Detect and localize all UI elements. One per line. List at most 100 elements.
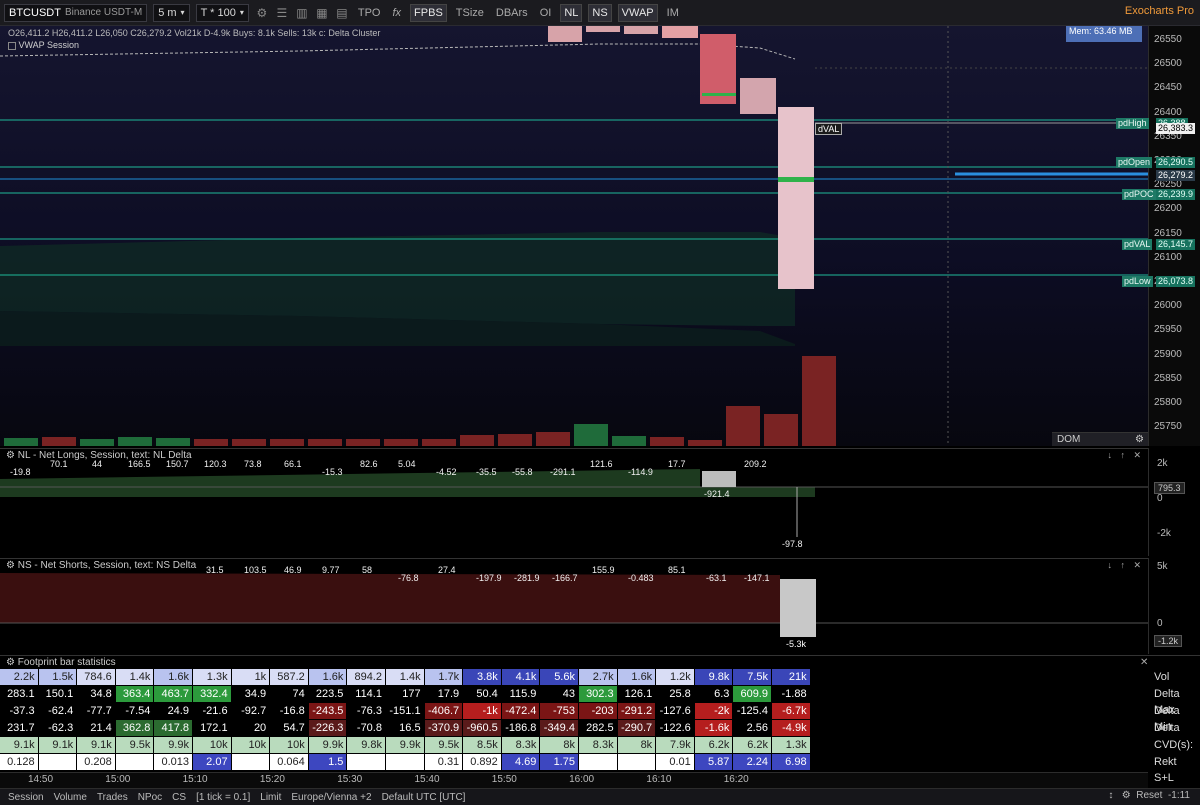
volume-bar xyxy=(574,424,608,446)
dom-panel[interactable]: DOM ⚙ xyxy=(1052,432,1148,446)
stats-cell: 2.24 xyxy=(733,754,771,770)
tsize-button[interactable]: TSize xyxy=(453,4,487,22)
ns-area xyxy=(0,573,780,623)
footprint-cluster xyxy=(586,26,620,32)
status-npoc[interactable]: NPoc xyxy=(138,792,162,803)
stats-cell: 5.87 xyxy=(694,754,733,770)
stats-row-label: Vol xyxy=(1154,671,1170,683)
status-volume[interactable]: Volume xyxy=(54,792,87,803)
stats-cell: 6.98 xyxy=(772,754,810,770)
stats-cell: 1.2k xyxy=(656,669,694,685)
price-tick: 26400 xyxy=(1154,106,1182,118)
stats-cell xyxy=(38,754,77,770)
timeframe-label: 5 m xyxy=(158,6,177,19)
ns-button[interactable]: NS xyxy=(588,3,612,22)
vwap-session-label[interactable]: VWAP Session xyxy=(8,40,79,50)
stats-cell: 9.9k xyxy=(386,737,424,753)
ns-value-label: 46.9 xyxy=(284,565,302,575)
status-limit[interactable]: Limit xyxy=(260,792,281,803)
layout-icon[interactable]: ▤ xyxy=(335,6,349,20)
volume-bar xyxy=(4,438,38,446)
stats-cell: 223.5 xyxy=(308,686,347,702)
status-timezone[interactable]: Europe/Vienna +2 xyxy=(291,792,371,803)
nl-value-label: -35.5 xyxy=(476,467,497,477)
gear-icon[interactable]: ⚙ xyxy=(6,657,15,668)
bars-icon[interactable]: ☰ xyxy=(275,6,289,20)
arrow-icon[interactable]: ↕ xyxy=(1108,790,1113,801)
price-tick: 26550 xyxy=(1154,34,1182,45)
ticks-selector[interactable]: T * 100 ▾ xyxy=(195,3,249,22)
close-icon[interactable]: ✕ xyxy=(1140,657,1148,668)
ticks-label: T * 100 xyxy=(200,6,236,19)
status-session[interactable]: Session xyxy=(8,792,44,803)
grid-icon[interactable]: ▦ xyxy=(315,6,329,20)
volume-bar xyxy=(536,432,570,446)
price-tick: 25850 xyxy=(1154,372,1182,384)
gear-icon[interactable]: ⚙ xyxy=(255,6,269,20)
stats-cell: 1.75 xyxy=(540,754,578,770)
tpo-button[interactable]: TPO xyxy=(355,4,384,22)
nl-pane[interactable]: ⚙ NL - Net Longs, Session, text: NL Delt… xyxy=(0,448,1148,556)
gear-icon[interactable]: ⚙ xyxy=(1122,790,1131,801)
stats-cell: 34.8 xyxy=(77,686,115,702)
status-utc[interactable]: Default UTC [UTC] xyxy=(382,792,466,803)
stats-cell: 1.5k xyxy=(38,669,77,685)
stats-row-label: Delta xyxy=(1154,722,1180,734)
stats-cell: 0.31 xyxy=(424,754,463,770)
price-tick: 26500 xyxy=(1154,58,1182,70)
stats-cell: -4.9k xyxy=(772,720,810,736)
timeframe-selector[interactable]: 5 m ▾ xyxy=(153,3,190,22)
status-trades[interactable]: Trades xyxy=(97,792,128,803)
nl-value-label: -291.1 xyxy=(550,467,576,477)
status-cs[interactable]: CS xyxy=(172,792,186,803)
fpbs-button[interactable]: FPBS xyxy=(410,3,447,22)
stats-cell: 1.4k xyxy=(115,669,154,685)
candles-icon[interactable]: ▥ xyxy=(295,6,309,20)
stats-cell: -127.6 xyxy=(656,703,694,719)
nl-value-label: 209.2 xyxy=(744,459,767,469)
gear-icon[interactable]: ⚙ xyxy=(1135,433,1144,447)
stats-cell: 1.6k xyxy=(308,669,347,685)
volume-bar xyxy=(802,356,836,446)
poc-marker xyxy=(702,93,736,96)
pane-controls[interactable]: ↓ ↑ ✕ xyxy=(1107,560,1144,571)
stats-cell: 8k xyxy=(617,737,656,753)
reset-button[interactable]: Reset xyxy=(1136,790,1162,801)
volume-bar xyxy=(118,437,152,446)
nl-button[interactable]: NL xyxy=(560,3,583,22)
dval-tag: dVAL xyxy=(815,123,843,135)
stats-cell: 20 xyxy=(231,720,270,736)
level-value: 26,279.2 xyxy=(1156,170,1196,181)
stats-row-label: CVD(s): xyxy=(1154,739,1194,751)
stats-cell: 1.3k xyxy=(193,669,231,685)
stats-cell: -7.54 xyxy=(115,703,154,719)
status-tick[interactable]: [1 tick = 0.1] xyxy=(196,792,250,803)
fx-button[interactable]: fx xyxy=(389,4,404,22)
gear-icon[interactable]: ⚙ xyxy=(6,450,15,461)
footprint-cluster xyxy=(548,26,582,42)
memory-badge: Mem: 63.46 MB xyxy=(1066,26,1142,42)
ns-value-label: 155.9 xyxy=(592,565,615,575)
stats-cell: 6.3 xyxy=(694,686,733,702)
stats-cell: 332.4 xyxy=(193,686,231,702)
nl-value-label: -15.3 xyxy=(322,467,343,477)
oi-button[interactable]: OI xyxy=(537,4,555,22)
stats-cell: 34.9 xyxy=(231,686,270,702)
status-right: ↕ ⚙ Reset -1:11 xyxy=(1108,790,1190,801)
main-chart[interactable]: O26,411.2 H26,411.2 L26,050 C26,279.2 Vo… xyxy=(0,26,1148,446)
gear-icon[interactable]: ⚙ xyxy=(6,560,15,571)
im-button[interactable]: IM xyxy=(664,4,682,22)
time-tick: 15:10 xyxy=(182,774,208,785)
symbol-selector[interactable]: BTCUSDT Binance USDT-M xyxy=(4,3,148,22)
stats-cell: 2.07 xyxy=(193,754,231,770)
dbars-button[interactable]: DBArs xyxy=(493,4,531,22)
volume-bar xyxy=(612,436,646,446)
level-tag: pdPOC xyxy=(1122,189,1156,200)
pane-controls[interactable]: ↓ ↑ ✕ xyxy=(1107,450,1144,461)
stats-cell: 9.9k xyxy=(308,737,347,753)
ns-pane[interactable]: ⚙ NS - Net Shorts, Session, text: NS Del… xyxy=(0,558,1148,654)
vwap-button[interactable]: VWAP xyxy=(617,3,658,22)
ns-value-label: -281.9 xyxy=(514,573,540,583)
footprint-cluster xyxy=(740,78,776,114)
stats-cell: -76.3 xyxy=(347,703,385,719)
